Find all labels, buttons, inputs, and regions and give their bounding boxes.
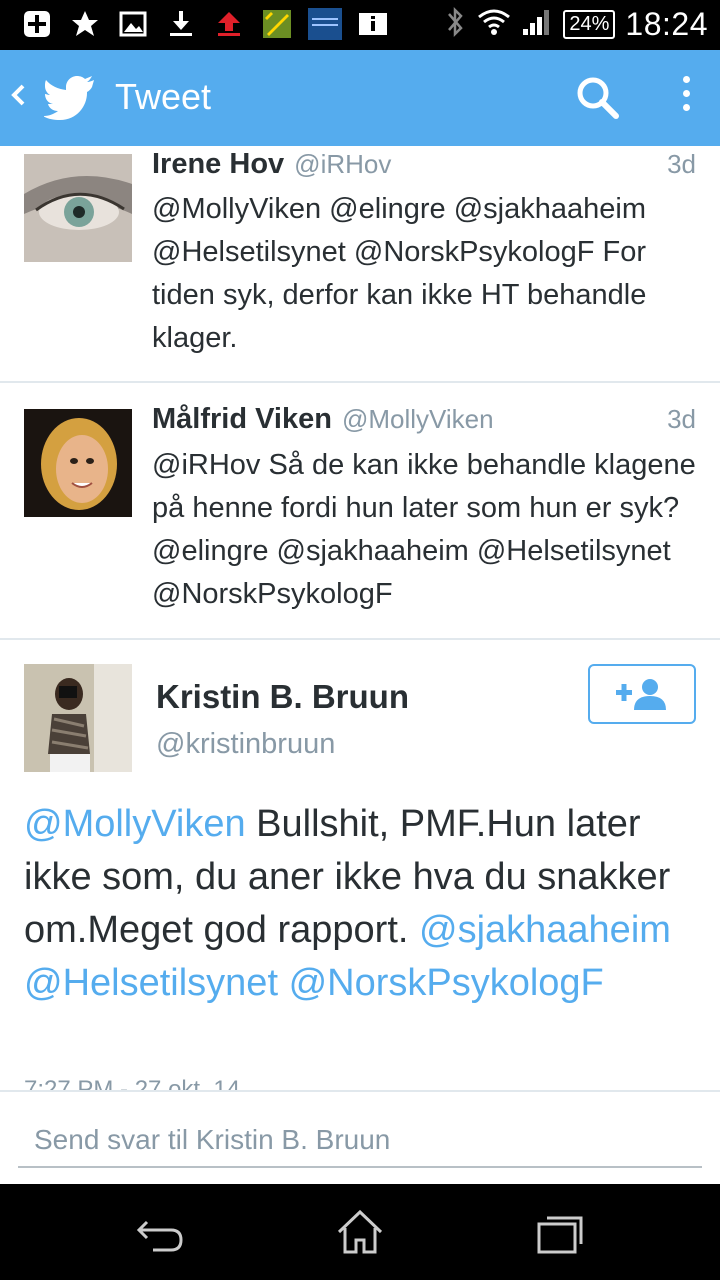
tweet-item[interactable]: Irene Hov @iRHov 3d @MollyViken @elingre… [0,146,720,383]
overflow-menu-icon[interactable] [676,76,696,122]
xperia-lounge-icon [308,7,342,41]
bluetooth-icon [443,6,467,43]
author-handle: @iRHov [294,149,392,179]
battery-indicator: 24% [563,10,616,39]
back-nav-icon[interactable] [135,1208,185,1258]
twitter-bird-icon[interactable] [43,74,96,125]
home-nav-icon[interactable] [335,1208,385,1258]
tweet-time: 3d [667,149,696,179]
follow-button[interactable] [588,664,696,724]
author-handle[interactable]: @kristinbruun [156,728,335,761]
author-handle: @MollyViken [341,404,494,434]
upload-alert-icon [212,7,246,41]
tweet-time: 3d [667,404,696,434]
info-icon [356,7,390,41]
back-icon[interactable] [10,80,26,118]
signal-icon [521,7,553,42]
author-name: Målfrid Viken [152,403,332,435]
tweet-text: @MollyViken @elingre @sjakhaaheim @Helse… [152,193,647,354]
author-name: Irene Hov [152,148,285,180]
tweet-date: 7:27 PM - 27 okt. 14 [24,1076,241,1090]
tweet-item[interactable]: Målfrid Viken @MollyViken 3d @iRHov Så d… [0,383,720,640]
mention-link[interactable]: @Helsetilsynet [24,962,278,1004]
mention-link[interactable]: @NorskPsykologF [289,962,604,1004]
search-icon[interactable] [576,76,620,125]
navigation-bar [0,1184,720,1280]
add-user-icon [616,679,666,710]
wifi-icon [477,7,511,42]
image-icon [116,7,150,41]
avatar[interactable] [24,664,132,772]
download-icon [164,7,198,41]
app-icon [260,7,294,41]
status-bar: 24% 18:24 [0,0,720,50]
page-title: Tweet [115,76,212,117]
main-tweet: Kristin B. Bruun @kristinbruun @MollyVik… [0,640,720,1090]
main-tweet-text: @MollyViken Bullshit, PMF.Hun later ikke… [24,798,704,1010]
tweet-text: @iRHov Så de kan ikke behandle klagene p… [152,449,696,610]
avatar[interactable] [24,154,132,262]
author-name[interactable]: Kristin B. Bruun [156,678,409,716]
add-icon [20,7,54,41]
clock: 18:24 [625,6,708,42]
reply-input[interactable] [18,1114,702,1168]
reply-bar [0,1090,720,1184]
mention-link[interactable]: @sjakhaaheim [419,909,671,951]
recent-apps-icon[interactable] [535,1208,585,1258]
action-bar: Tweet [0,50,720,146]
mention-link[interactable]: @MollyViken [24,803,246,845]
star-icon [68,7,102,41]
avatar[interactable] [24,409,132,517]
